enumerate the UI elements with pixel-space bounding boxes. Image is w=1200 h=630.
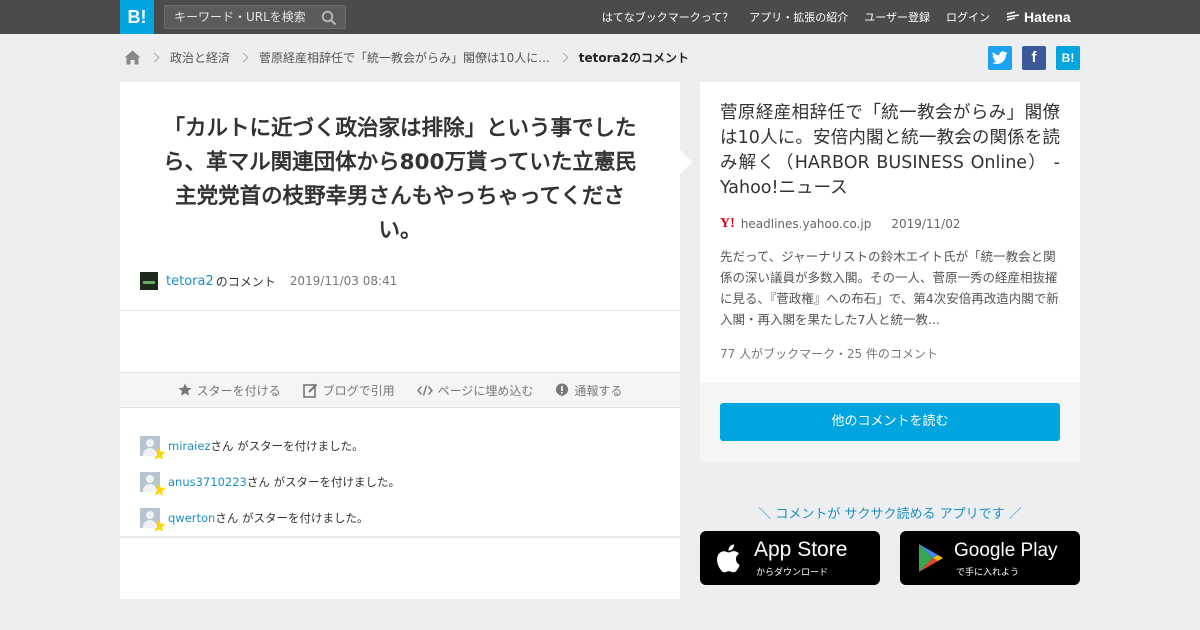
twitter-icon: [992, 51, 1008, 65]
list-item: miraiez さん がスターを付けました。: [140, 428, 400, 464]
search-icon[interactable]: [321, 10, 337, 26]
twitter-share-button[interactable]: [988, 46, 1012, 70]
hatena-brand-text: Hatena: [1024, 9, 1071, 25]
add-star-label: スターを付ける: [196, 383, 281, 398]
star-text: さん がスターを付けました。: [215, 511, 369, 525]
breadcrumb: 政治と経済 菅原経産相辞任で「統一教会がらみ」閣僚は10人に... tetora…: [124, 46, 689, 68]
report-button[interactable]: 通報する: [555, 382, 622, 399]
list-item: qwerton さん がスターを付けました。: [140, 500, 400, 536]
star-text: さん がスターを付けました。: [210, 439, 364, 453]
article-domain[interactable]: headlines.yahoo.co.jp: [741, 217, 872, 231]
embed-button[interactable]: ページに埋め込む: [416, 382, 534, 399]
blog-quote-button[interactable]: ブログで引用: [302, 382, 395, 399]
embed-label: ページに埋め込む: [437, 383, 534, 398]
yellow-star-icon: [152, 447, 166, 460]
breadcrumb-entry[interactable]: 菅原経産相辞任で「統一教会がらみ」閣僚は10人に...: [259, 49, 550, 66]
top-nav: はてなブックマークって？ アプリ・拡張の紹介 ユーザー登録 ログイン: [602, 0, 990, 34]
star-text: さん がスターを付けました。: [246, 475, 400, 489]
divider: [120, 310, 680, 311]
comment-user-suffix: のコメント: [215, 274, 276, 289]
star-user-link[interactable]: qwerton: [168, 511, 215, 525]
star-list: miraiez さん がスターを付けました。 anus3710223 さん がス…: [140, 428, 400, 536]
google-play-button[interactable]: Google Play で手に入れよう: [900, 531, 1080, 585]
article-panel: 菅原経産相辞任で「統一教会がらみ」閣僚は10人に。安倍内閣と統一教会の関係を読み…: [700, 82, 1080, 382]
avatar[interactable]: [140, 508, 166, 532]
google-play-subtitle: で手に入れよう: [956, 568, 1020, 578]
hatena-share-button[interactable]: B!: [1056, 46, 1080, 70]
facebook-share-button[interactable]: f: [1022, 46, 1046, 70]
comment-actions: スターを付ける ブログで引用 ページに埋め込む 通報する: [120, 372, 680, 408]
star-user-link[interactable]: miraiez: [168, 439, 210, 453]
yellow-star-icon: [152, 483, 166, 496]
read-comments-area: 他のコメントを読む: [700, 382, 1080, 462]
read-other-comments-button[interactable]: 他のコメントを読む: [720, 403, 1060, 441]
chevron-right-icon: [238, 52, 249, 62]
google-play-icon: [919, 544, 943, 572]
list-item: anus3710223 さん がスターを付けました。: [140, 464, 400, 500]
app-store-subtitle: からダウンロード: [756, 568, 829, 578]
report-label: 通報する: [574, 383, 623, 398]
chevron-right-icon: [558, 52, 569, 62]
hatena-bookmark-logo[interactable]: B!: [120, 0, 154, 34]
yahoo-favicon-icon: Y!: [720, 216, 735, 231]
hatena-dashes-icon: [1006, 11, 1020, 21]
nav-about[interactable]: はてなブックマークって？: [602, 9, 733, 25]
panel-pointer: [680, 150, 692, 174]
blog-quote-label: ブログで引用: [322, 383, 395, 398]
nav-register[interactable]: ユーザー登録: [864, 9, 930, 25]
apple-icon: [717, 544, 740, 573]
nav-login[interactable]: ログイン: [946, 9, 990, 25]
top-bar: B! キーワード・URLを検索 はてなブックマークって？ アプリ・拡張の紹介 ユ…: [0, 0, 1200, 34]
hatena-brand-link[interactable]: Hatena: [1006, 0, 1071, 34]
comment-date: 2019/11/03 08:41: [289, 274, 398, 288]
avatar[interactable]: [140, 272, 158, 290]
breadcrumb-category[interactable]: 政治と経済: [170, 49, 230, 66]
nav-apps[interactable]: アプリ・拡張の紹介: [749, 9, 848, 25]
bookmark-count[interactable]: 77 人がブックマーク・25 件のコメント: [720, 345, 938, 362]
yellow-star-icon: [152, 519, 166, 532]
star-user-link[interactable]: anus3710223: [168, 475, 247, 489]
avatar[interactable]: [140, 436, 166, 460]
comment-body: 「カルトに近づく政治家は排除」という事でしたら、革マル関連団体から800万貰って…: [163, 116, 637, 243]
breadcrumb-current: tetora2のコメント: [578, 50, 689, 65]
search-placeholder: キーワード・URLを検索: [174, 10, 306, 24]
avatar[interactable]: [140, 472, 166, 496]
article-date: 2019/11/02: [891, 217, 961, 231]
comment-user-link[interactable]: tetora2: [166, 274, 214, 289]
add-star-button[interactable]: スターを付ける: [178, 382, 281, 399]
comment-panel: 「カルトに近づく政治家は排除」という事でしたら、革マル関連団体から800万貰って…: [120, 82, 680, 599]
chevron-right-icon: [149, 52, 160, 62]
home-icon[interactable]: [124, 50, 141, 65]
article-description: 先だって、ジャーナリストの鈴木エイト氏が「統一教会と関係の深い議員が多数入閣。そ…: [720, 249, 1059, 327]
article-source: Y! headlines.yahoo.co.jp 2019/11/02: [720, 216, 960, 232]
star-icon: [178, 383, 192, 396]
divider: [120, 536, 680, 538]
edit-icon: [302, 383, 317, 398]
comment-meta: tetora2 のコメント 2019/11/03 08:41: [140, 272, 397, 290]
app-promo-text: ＼ コメントが サクサク読める アプリです ／: [758, 507, 1022, 522]
article-title-link[interactable]: 菅原経産相辞任で「統一教会がらみ」閣僚は10人に。安倍内閣と統一教会の関係を読み…: [720, 101, 1060, 201]
app-store-button[interactable]: App Store からダウンロード: [700, 531, 880, 585]
google-play-title: Google Play: [954, 540, 1058, 561]
alert-icon: [556, 383, 569, 397]
code-icon: [416, 384, 433, 396]
search-input[interactable]: キーワード・URLを検索: [164, 5, 346, 29]
app-store-title: App Store: [754, 538, 848, 561]
